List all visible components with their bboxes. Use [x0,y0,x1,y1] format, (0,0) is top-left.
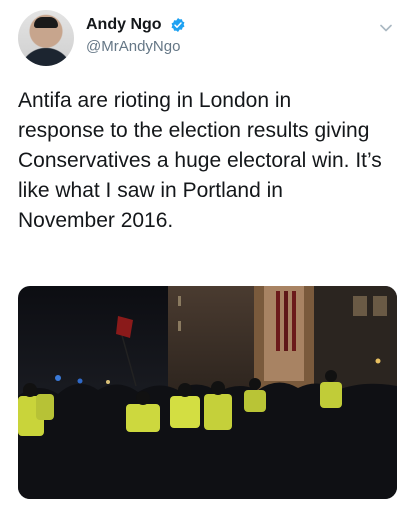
verified-badge-icon [171,18,185,32]
night-street-scene [18,286,397,499]
tweet-text: Antifa are rioting in London in response… [18,89,382,232]
avatar[interactable] [18,10,74,66]
author-block[interactable]: Andy Ngo @MrAndyNgo [86,16,186,55]
tweet-header: Andy Ngo @MrAndyNgo [18,10,398,66]
tweet-media-video[interactable] [18,286,397,499]
avatar-hair [34,17,58,28]
author-name[interactable]: Andy Ngo [86,16,162,34]
author-handle[interactable]: @MrAndyNgo [86,38,186,55]
chevron-down-icon[interactable] [378,20,394,36]
